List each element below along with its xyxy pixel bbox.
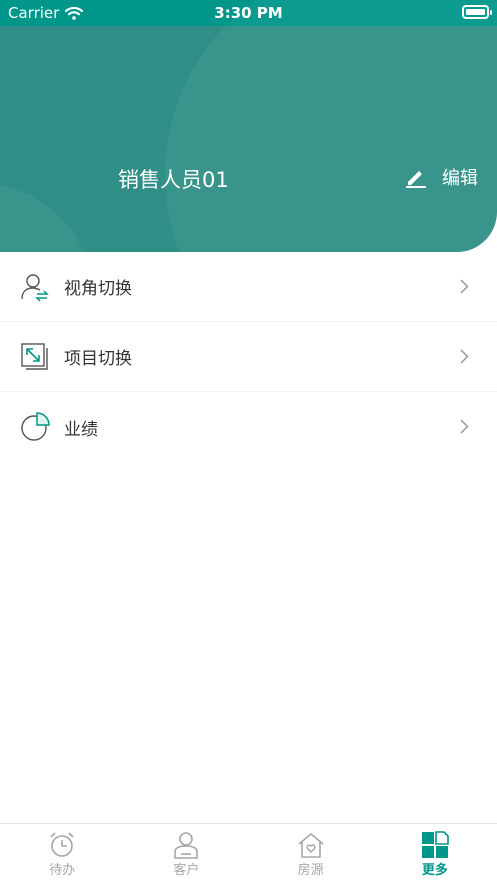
menu-item-label: 业绩 [64,419,98,440]
tab-label: 客户 [173,863,200,878]
chevron-right-icon [460,419,469,434]
menu-item-label: 视角切换 [64,279,132,299]
person-icon [174,832,199,859]
user-switch-icon [21,274,49,302]
tab-label: 更多 [421,863,448,878]
tab-properties[interactable]: 房源 [249,824,373,883]
status-bar: Carrier 3:30 PM [0,0,497,26]
battery-icon [462,5,492,19]
tab-customers[interactable]: 客户 [124,824,248,883]
tab-label: 待办 [49,863,76,878]
pie-chart-icon [21,412,50,441]
project-switch-icon [21,343,48,370]
tab-label: 房源 [297,863,324,878]
profile-header: Carrier 3:30 PM 销售人员01 编辑 [0,0,497,252]
alarm-clock-icon [50,832,74,857]
edit-label: 编辑 [442,168,478,189]
decorative-circle [0,185,90,252]
bottom-tab-bar: 待办 客户 房源 更多 [0,823,497,883]
menu-item-project-switch[interactable]: 项目切换 [0,322,497,392]
status-time: 3:30 PM [214,4,283,22]
menu-item-view-switch[interactable]: 视角切换 [0,252,497,322]
pencil-icon [406,171,426,188]
tab-more[interactable]: 更多 [373,824,497,883]
chevron-right-icon [460,349,469,364]
house-icon [298,832,324,858]
chevron-right-icon [460,279,469,294]
menu-list: 视角切换 项目切换 业绩 [0,252,497,462]
grid-more-icon [421,831,449,858]
menu-item-label: 项目切换 [64,349,132,369]
decorative-circle [165,0,497,252]
menu-item-performance[interactable]: 业绩 [0,392,497,462]
tab-todo[interactable]: 待办 [0,824,124,883]
user-name: 销售人员01 [118,168,229,192]
edit-button[interactable]: 编辑 [404,164,478,190]
